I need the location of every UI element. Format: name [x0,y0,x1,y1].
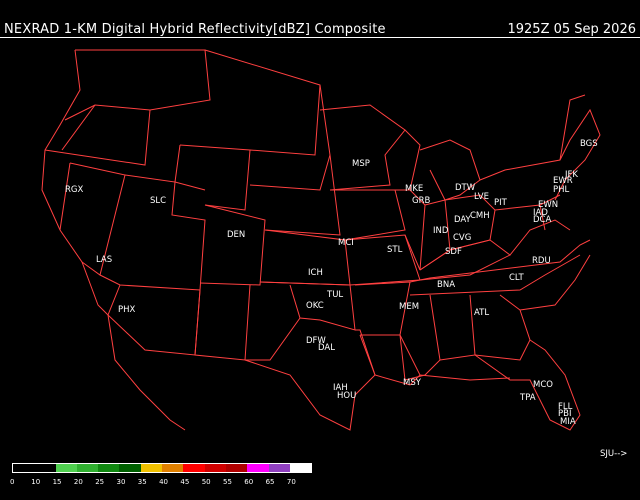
station-mci: MCI [338,238,354,248]
legend-label: 60 [244,478,254,486]
station-tul: TUL [326,290,343,300]
legend-swatch [76,464,99,472]
legend-label: 70 [286,478,296,486]
legend-swatch [13,464,35,472]
legend-swatch [183,464,205,472]
station-mia: MIA [560,417,576,427]
map-timestamp: 1925Z 05 Sep 2026 [507,22,636,37]
legend-label: 45 [180,478,190,486]
station-pit: PIT [494,198,508,208]
legend-label: 0 [10,478,15,486]
legend-swatch [140,464,163,472]
station-hou: HOU [337,391,356,401]
legend-label: 65 [265,478,275,486]
legend-swatch [204,464,226,472]
legend-swatch [225,464,248,472]
station-rgx: RGX [65,185,83,195]
station-mke: MKE [405,184,423,194]
station-jfk: JFK [564,170,578,180]
color-legend-bar [12,463,313,473]
legend-label: 40 [159,478,169,486]
legend-swatch [162,464,184,472]
radar-map: RGX SLC DEN LAS PHX MSP MKE GRB DTW LVE … [41,49,601,431]
station-day: DAY [454,215,472,225]
station-dtw: DTW [455,183,476,193]
legend-swatch [247,464,269,472]
station-lve: LVE [474,192,489,202]
legend-swatch [119,464,141,472]
station-mem: MEM [399,302,419,312]
station-clt: CLT [509,273,525,283]
legend-swatch [34,464,56,472]
map-title: NEXRAD 1-KM Digital Hybrid Reflectivity[… [4,22,386,37]
legend-label: 50 [201,478,211,486]
station-atl: ATL [474,308,489,318]
station-sdf: SDF [445,247,462,257]
station-bgs: BGS [580,139,598,149]
station-ich: ICH [308,268,323,278]
legend-swatch [98,464,120,472]
station-labels: RGX SLC DEN LAS PHX MSP MKE GRB DTW LVE … [65,139,598,427]
station-bna: BNA [437,280,455,290]
station-dal: DAL [318,343,335,353]
station-msy: MSY [403,378,422,388]
legend-swatch [268,464,290,472]
legend-label: 10 [31,478,41,486]
station-okc: OKC [306,301,324,311]
legend-label: 35 [137,478,147,486]
station-msp: MSP [352,159,370,169]
legend-label: 55 [223,478,232,486]
station-rdu: RDU [532,256,551,266]
station-stl: STL [387,245,403,255]
station-phl: PHL [553,185,570,195]
legend-swatch [55,464,77,472]
legend-label: 30 [116,478,126,486]
station-las: LAS [96,255,112,265]
station-phx: PHX [118,305,136,315]
station-slc: SLC [150,196,166,206]
station-den: DEN [227,230,245,240]
legend-swatch [289,464,312,472]
station-mco: MCO [533,380,553,390]
station-cvg: CVG [453,233,471,243]
station-tpa: TPA [519,393,536,403]
legend-label: 25 [95,478,105,486]
legend-label: 15 [52,478,62,486]
station-cmh: CMH [470,211,490,221]
offmap-sju-label: SJU--> [600,449,628,459]
station-dca: DCA [533,215,551,225]
state-borders [41,49,601,431]
station-ind: IND [433,226,449,236]
legend-label: 20 [73,478,83,486]
station-grb: GRB [412,196,430,206]
